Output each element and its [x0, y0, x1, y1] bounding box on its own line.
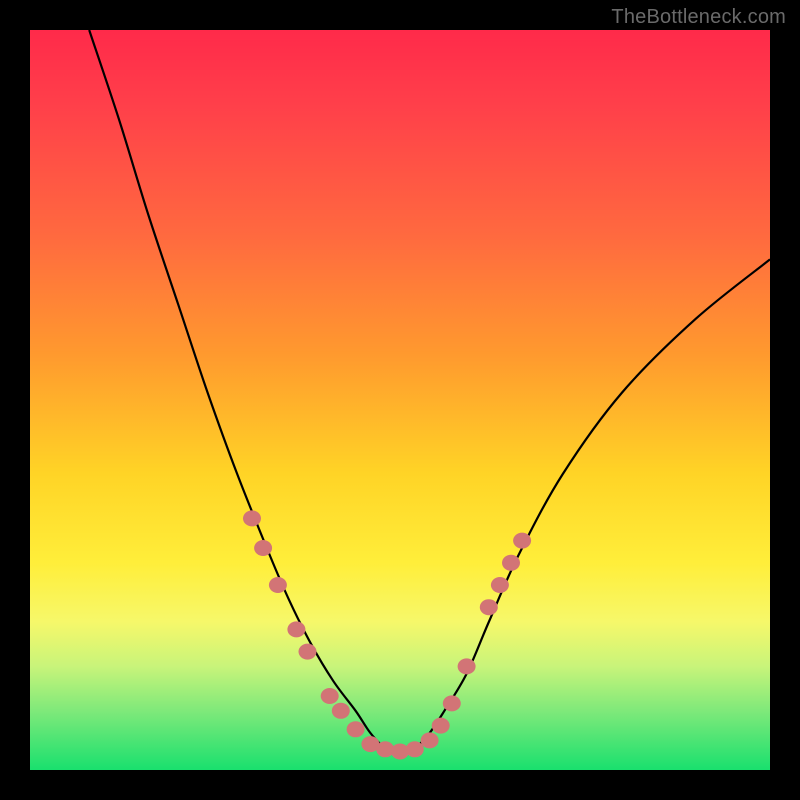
marker-dot — [480, 599, 498, 615]
marker-dot — [347, 721, 365, 737]
marker-dot — [443, 695, 461, 711]
marker-dot — [513, 533, 531, 549]
marker-dot — [376, 741, 394, 757]
marker-dot — [321, 688, 339, 704]
bottleneck-curve — [89, 30, 770, 752]
marker-dot — [361, 736, 379, 752]
marker-dot — [491, 577, 509, 593]
marker-dot — [243, 510, 261, 526]
marker-dot — [269, 577, 287, 593]
plot-area — [30, 30, 770, 770]
marker-dot — [332, 703, 350, 719]
marker-dot — [254, 540, 272, 556]
marker-dot — [391, 744, 409, 760]
marker-dot — [458, 658, 476, 674]
marker-group — [243, 510, 531, 759]
marker-dot — [299, 644, 317, 660]
marker-dot — [287, 621, 305, 637]
marker-dot — [502, 555, 520, 571]
curve-svg — [30, 30, 770, 770]
watermark-text: TheBottleneck.com — [611, 6, 786, 29]
marker-dot — [432, 718, 450, 734]
chart-frame: TheBottleneck.com — [0, 0, 800, 800]
marker-dot — [421, 732, 439, 748]
marker-dot — [406, 741, 424, 757]
